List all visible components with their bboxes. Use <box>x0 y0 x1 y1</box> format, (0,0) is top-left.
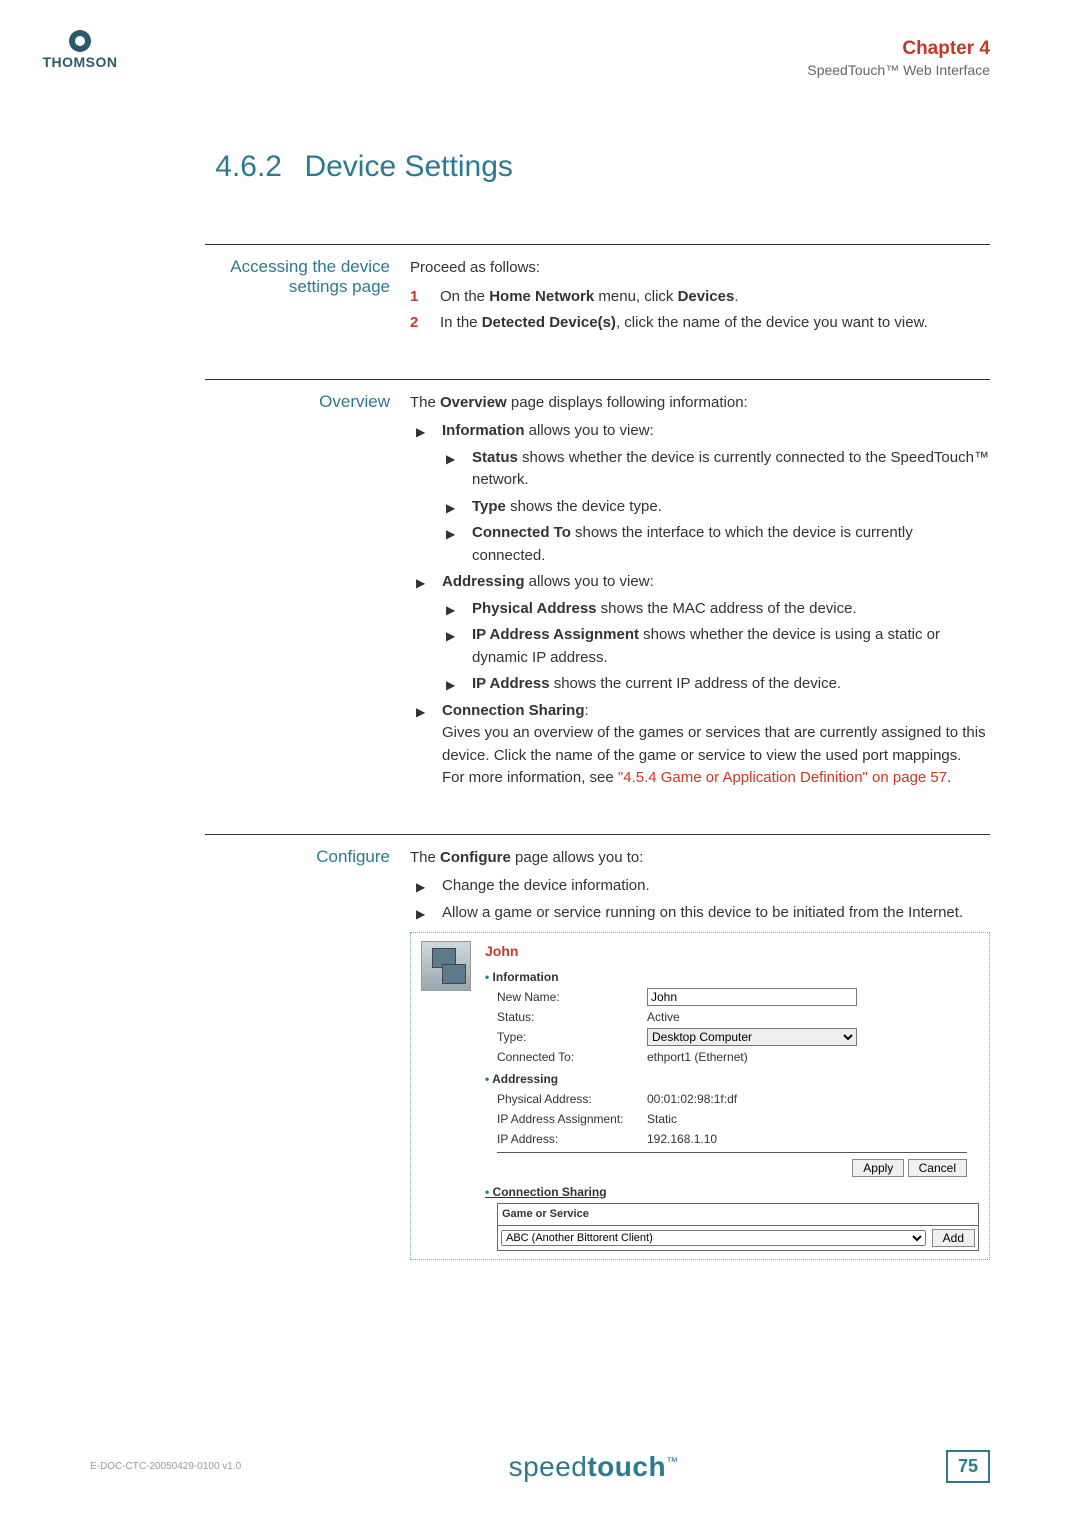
arrow-icon: ▶ <box>446 624 472 669</box>
addressing-section-label: Addressing <box>485 1070 979 1088</box>
document-id: E-DOC-CTC-20050429-0100 v1.0 <box>90 1461 241 1472</box>
connection-sharing-section-label: Connection Sharing <box>485 1183 979 1201</box>
arrow-icon: ▶ <box>416 875 442 898</box>
overview-addressing: Addressing allows you to view: <box>442 571 990 594</box>
type-label: Type: <box>497 1028 647 1046</box>
device-name-heading: John <box>485 941 979 962</box>
connected-to-label: Connected To: <box>497 1048 647 1066</box>
ip-assignment-label: IP Address Assignment: <box>497 1110 647 1128</box>
step-2-text: In the Detected Device(s), click the nam… <box>440 312 990 335</box>
arrow-icon: ▶ <box>446 522 472 567</box>
overview-ip-assignment: IP Address Assignment shows whether the … <box>472 624 990 669</box>
overview-label: Overview <box>205 392 410 794</box>
arrow-icon: ▶ <box>416 700 442 790</box>
overview-ip-address: IP Address shows the current IP address … <box>472 673 990 696</box>
new-name-label: New Name: <box>497 988 647 1006</box>
section-heading: 4.6.2 Device Settings <box>90 150 990 184</box>
status-value: Active <box>647 1008 979 1026</box>
divider <box>497 1152 967 1153</box>
chapter-label: Chapter 4 <box>807 38 990 60</box>
arrow-icon: ▶ <box>416 902 442 925</box>
overview-status: Status shows whether the device is curre… <box>472 447 990 492</box>
step-1-number: 1 <box>410 286 440 309</box>
device-icon <box>421 941 471 991</box>
cancel-button[interactable]: Cancel <box>908 1159 967 1177</box>
arrow-icon: ▶ <box>416 571 442 594</box>
thomson-icon <box>69 30 91 52</box>
accessing-intro: Proceed as follows: <box>410 257 990 280</box>
overview-type: Type shows the device type. <box>472 496 990 519</box>
arrow-icon: ▶ <box>446 673 472 696</box>
thomson-logo: THOMSON <box>35 30 125 70</box>
thomson-brand: THOMSON <box>35 54 125 70</box>
add-button[interactable]: Add <box>932 1229 975 1247</box>
speedtouch-logo: speedtouch™ <box>509 1451 679 1483</box>
connected-to-value: ethport1 (Ethernet) <box>647 1048 979 1066</box>
information-section-label: Information <box>485 968 979 986</box>
arrow-icon: ▶ <box>446 598 472 621</box>
step-2-number: 2 <box>410 312 440 335</box>
physical-address-label: Physical Address: <box>497 1090 647 1108</box>
new-name-input[interactable] <box>647 988 857 1006</box>
ip-assignment-value: Static <box>647 1110 979 1128</box>
section-number: 4.6.2 <box>90 150 300 184</box>
step-1-text: On the Home Network menu, click Devices. <box>440 286 990 309</box>
type-select[interactable]: Desktop Computer <box>647 1028 857 1046</box>
overview-intro: The Overview page displays following inf… <box>410 392 990 415</box>
status-label: Status: <box>497 1008 647 1026</box>
physical-address-value: 00:01:02:98:1f:df <box>647 1090 979 1108</box>
configure-label: Configure <box>205 847 410 1260</box>
arrow-icon: ▶ <box>416 420 442 443</box>
section-title: Device Settings <box>304 150 512 184</box>
configure-item-1: Change the device information. <box>442 875 990 898</box>
chapter-subtitle: SpeedTouch™ Web Interface <box>807 62 990 78</box>
accessing-label: Accessing the device settings page <box>205 257 410 339</box>
overview-information: Information allows you to view: <box>442 420 990 443</box>
page-header: Chapter 4 SpeedTouch™ Web Interface <box>807 38 990 78</box>
arrow-icon: ▶ <box>446 447 472 492</box>
arrow-icon: ▶ <box>446 496 472 519</box>
overview-physical-address: Physical Address shows the MAC address o… <box>472 598 990 621</box>
device-config-panel: John Information New Name: Status: Activ… <box>410 932 990 1260</box>
page-number: 75 <box>946 1450 990 1483</box>
configure-intro: The Configure page allows you to: <box>410 847 990 870</box>
game-service-select[interactable]: ABC (Another Bittorent Client) <box>501 1230 926 1246</box>
apply-button[interactable]: Apply <box>852 1159 904 1177</box>
configure-item-2: Allow a game or service running on this … <box>442 902 990 925</box>
ip-address-value: 192.168.1.10 <box>647 1130 979 1148</box>
game-or-service-header: Game or Service <box>497 1203 979 1225</box>
game-definition-link[interactable]: "4.5.4 Game or Application Definition" o… <box>618 769 947 786</box>
overview-connection-sharing: Connection Sharing: Gives you an overvie… <box>442 700 990 790</box>
overview-connected-to: Connected To shows the interface to whic… <box>472 522 990 567</box>
ip-address-label: IP Address: <box>497 1130 647 1148</box>
